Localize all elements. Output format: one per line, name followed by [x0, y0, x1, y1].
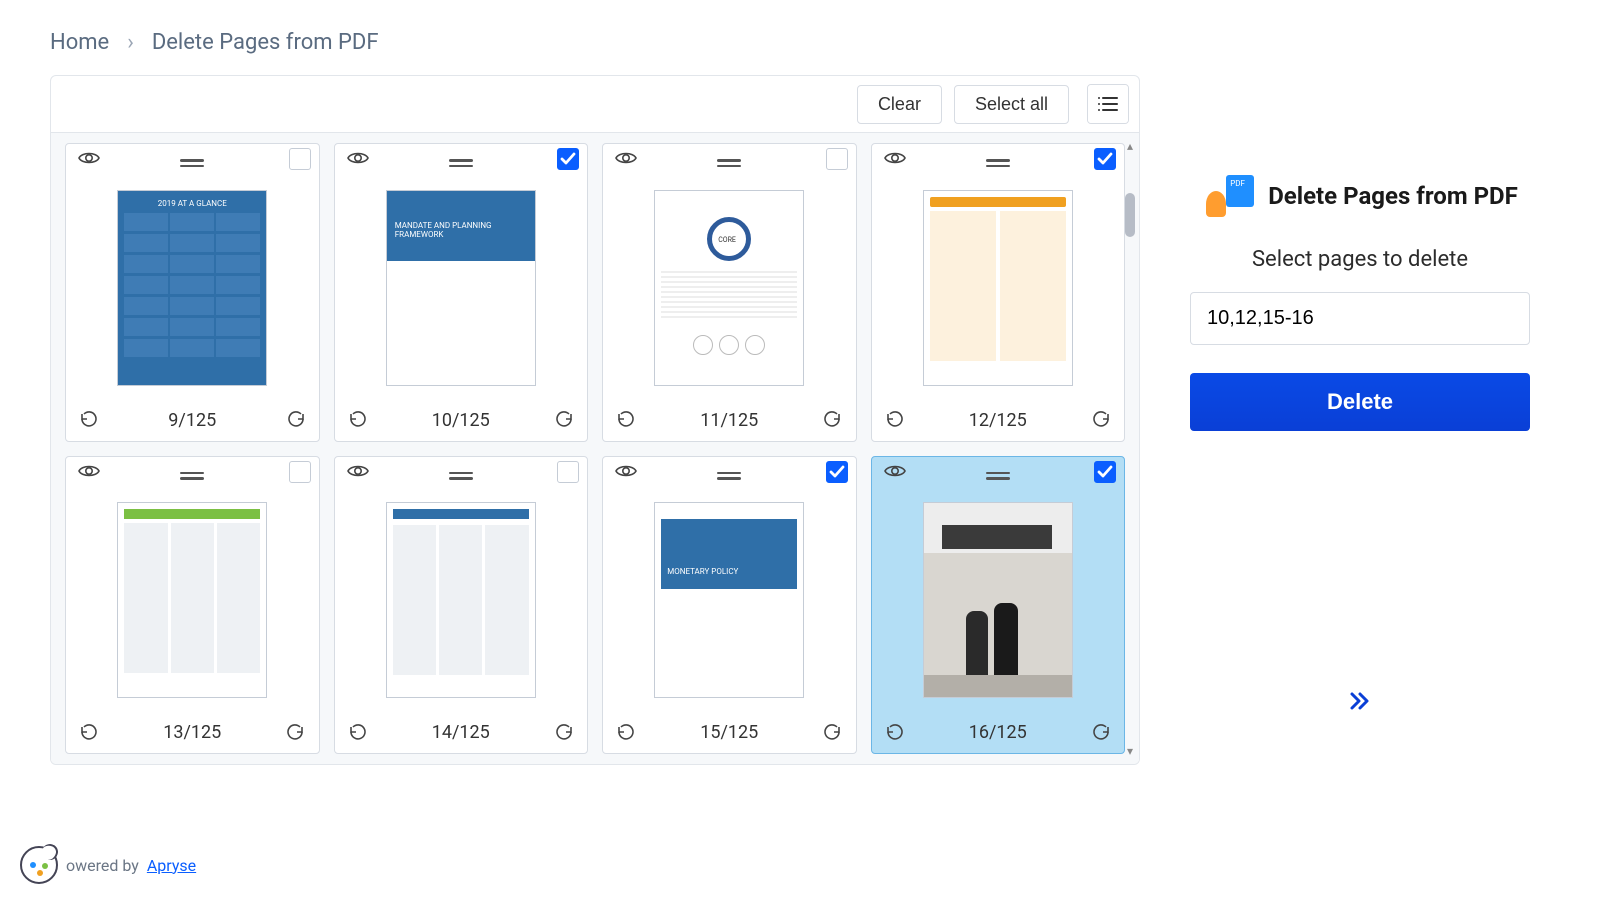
- footer: owered by Apryse: [20, 846, 196, 884]
- clear-button[interactable]: Clear: [857, 85, 942, 124]
- rotate-cw-button[interactable]: [1092, 410, 1112, 430]
- page-number-label: 12/125: [969, 410, 1027, 431]
- drag-handle-icon[interactable]: [180, 472, 204, 480]
- breadcrumb-separator: ›: [127, 30, 134, 55]
- rotate-ccw-button[interactable]: [884, 723, 904, 743]
- eye-icon[interactable]: [347, 150, 369, 166]
- page-card-16[interactable]: 16/125: [871, 456, 1126, 755]
- page-card-12[interactable]: 12/125: [871, 143, 1126, 442]
- eye-icon[interactable]: [615, 463, 637, 479]
- page-thumbnail[interactable]: [335, 487, 588, 715]
- delete-button[interactable]: Delete: [1190, 373, 1530, 431]
- rotate-ccw-button[interactable]: [78, 723, 98, 743]
- page-number-label: 16/125: [969, 722, 1027, 743]
- eye-icon[interactable]: [347, 463, 369, 479]
- page-checkbox[interactable]: [826, 148, 848, 170]
- drag-handle-icon[interactable]: [986, 159, 1010, 167]
- rotate-cw-button[interactable]: [287, 410, 307, 430]
- cookie-settings-button[interactable]: [20, 846, 58, 884]
- drag-handle-icon[interactable]: [449, 472, 473, 480]
- page-checkbox[interactable]: [557, 148, 579, 170]
- page-card-15[interactable]: MONETARY POLICY 15/125: [602, 456, 857, 755]
- page-number-label: 11/125: [700, 410, 758, 431]
- breadcrumb-home[interactable]: Home: [50, 30, 109, 55]
- page-thumbnail[interactable]: [872, 174, 1125, 402]
- breadcrumb-current: Delete Pages from PDF: [152, 30, 379, 55]
- page-checkbox[interactable]: [289, 148, 311, 170]
- rotate-cw-button[interactable]: [823, 410, 843, 430]
- page-thumbnail[interactable]: MANDATE AND PLANNING FRAMEWORK: [335, 174, 588, 402]
- drag-handle-icon[interactable]: [449, 159, 473, 167]
- brand-link[interactable]: Apryse: [147, 856, 196, 875]
- rotate-ccw-button[interactable]: [347, 723, 367, 743]
- collapse-panel-button[interactable]: [1349, 691, 1371, 711]
- drag-handle-icon[interactable]: [986, 472, 1010, 480]
- select-all-button[interactable]: Select all: [954, 85, 1069, 124]
- page-number-label: 13/125: [163, 722, 221, 743]
- rotate-cw-button[interactable]: [555, 410, 575, 430]
- rotate-cw-button[interactable]: [555, 723, 575, 743]
- page-checkbox[interactable]: [1094, 148, 1116, 170]
- page-checkbox[interactable]: [289, 461, 311, 483]
- page-number-label: 10/125: [432, 410, 490, 431]
- rotate-cw-button[interactable]: [823, 723, 843, 743]
- breadcrumb: Home › Delete Pages from PDF: [0, 0, 1600, 75]
- page-card-10[interactable]: MANDATE AND PLANNING FRAMEWORK 10/125: [334, 143, 589, 442]
- list-view-icon: [1097, 95, 1119, 113]
- rotate-ccw-button[interactable]: [615, 410, 635, 430]
- rotate-ccw-button[interactable]: [615, 723, 635, 743]
- page-checkbox[interactable]: [1094, 461, 1116, 483]
- page-thumbnail[interactable]: [872, 487, 1125, 715]
- page-checkbox[interactable]: [557, 461, 579, 483]
- eye-icon[interactable]: [78, 150, 100, 166]
- rotate-ccw-button[interactable]: [347, 410, 367, 430]
- list-view-toggle[interactable]: [1088, 85, 1128, 123]
- page-thumbnail[interactable]: [603, 174, 856, 402]
- scroll-down-icon: ▾: [1127, 744, 1133, 758]
- page-card-11[interactable]: 11/125: [602, 143, 857, 442]
- eye-icon[interactable]: [884, 463, 906, 479]
- page-thumbnail[interactable]: 2019 AT A GLANCE: [66, 174, 319, 402]
- rotate-cw-button[interactable]: [286, 723, 306, 743]
- drag-handle-icon[interactable]: [717, 472, 741, 480]
- page-thumbnail[interactable]: [66, 487, 319, 715]
- rotate-ccw-button[interactable]: [884, 410, 904, 430]
- rotate-cw-button[interactable]: [1092, 723, 1112, 743]
- page-number-label: 14/125: [432, 722, 490, 743]
- side-panel-title: Delete Pages from PDF: [1268, 182, 1518, 210]
- scroll-up-icon: ▴: [1127, 139, 1133, 153]
- eye-icon[interactable]: [78, 463, 100, 479]
- drag-handle-icon[interactable]: [717, 159, 741, 167]
- side-panel-subtitle: Select pages to delete: [1252, 247, 1468, 272]
- page-viewer: Clear Select all 2019 AT A GLANCE 9/125 MA…: [50, 75, 1140, 765]
- chevron-right-double-icon: [1349, 691, 1371, 711]
- page-card-14[interactable]: 14/125: [334, 456, 589, 755]
- page-card-13[interactable]: 13/125: [65, 456, 320, 755]
- page-number-label: 9/125: [168, 410, 216, 431]
- page-checkbox[interactable]: [826, 461, 848, 483]
- drag-handle-icon[interactable]: [180, 159, 204, 167]
- powered-by-label: owered by: [66, 856, 139, 875]
- viewer-toolbar: Clear Select all: [51, 76, 1139, 133]
- page-thumbnail[interactable]: MONETARY POLICY: [603, 487, 856, 715]
- scrollbar[interactable]: ▴ ▾: [1123, 139, 1137, 758]
- eye-icon[interactable]: [884, 150, 906, 166]
- eye-icon[interactable]: [615, 150, 637, 166]
- page-card-9[interactable]: 2019 AT A GLANCE 9/125: [65, 143, 320, 442]
- page-number-label: 15/125: [700, 722, 758, 743]
- page-range-input[interactable]: [1190, 292, 1530, 345]
- tool-icon: [1202, 175, 1254, 217]
- rotate-ccw-button[interactable]: [78, 410, 98, 430]
- side-panel: Delete Pages from PDF Select pages to de…: [1170, 75, 1550, 765]
